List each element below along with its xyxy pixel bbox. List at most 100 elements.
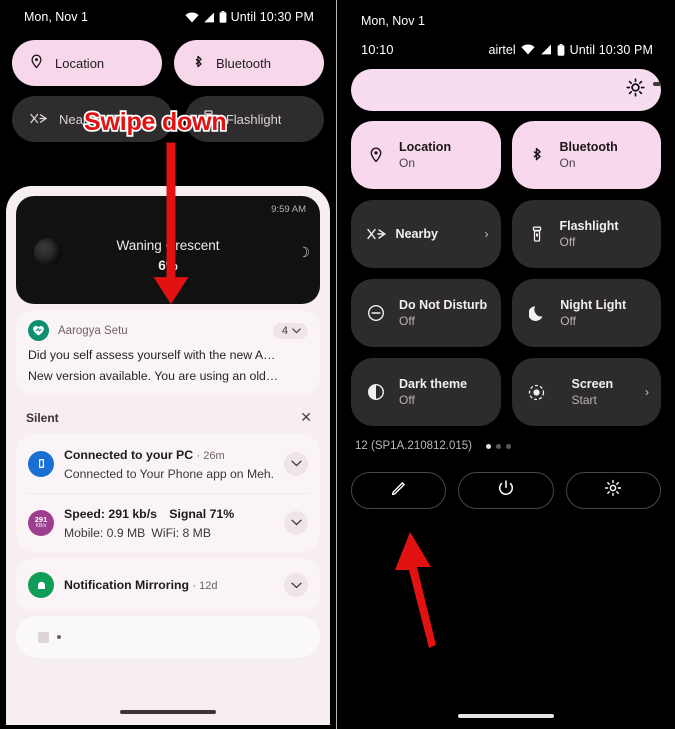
carrier-name: airtel [488, 42, 516, 57]
expand-chevron-icon[interactable] [284, 573, 308, 597]
moon-widget-time: 9:59 AM [271, 204, 306, 215]
footer-buttons [337, 452, 675, 509]
brightness-sun-icon [626, 78, 645, 102]
left-status-date: Mon, Nov 1 [24, 10, 88, 24]
quick-settings-grid: Location On Bluetooth On Nearby › Flashl… [337, 111, 675, 426]
tile-dark-theme-label: Dark theme [399, 377, 468, 391]
notification-count-chip[interactable]: 4 [272, 322, 308, 339]
expand-chevron-icon[interactable] [284, 451, 308, 476]
bluetooth-icon [526, 146, 548, 164]
notification-aarogya-setu[interactable]: Aarogya Setu 4 Did you self assess yours… [16, 310, 320, 395]
right-status-bar: 10:10 airtel Until 10:30 PM [337, 28, 675, 57]
placeholder-dot [57, 635, 61, 639]
notification-line-2: New version available. You are using an … [28, 369, 279, 383]
pencil-icon [390, 479, 408, 502]
right-clock: 10:10 [361, 42, 394, 57]
moon-icon [526, 304, 548, 322]
tile-bluetooth-state: On [559, 156, 576, 170]
bluetooth-icon [192, 54, 204, 73]
notification-subtitle: Mobile: 0.9 MB WiFi: 8 MB [64, 526, 211, 540]
crescent-glyph-icon: ☽ [297, 244, 310, 260]
right-battery-text: Until 10:30 PM [569, 42, 653, 57]
page-dot-1[interactable] [486, 443, 492, 449]
battery-icon [557, 43, 565, 56]
tile-night-light-state: Off [560, 314, 576, 328]
left-status-bar: Mon, Nov 1 Until 10:30 PM [0, 0, 336, 34]
moon-phase-title: Waning Crescent [116, 238, 220, 253]
right-home-indicator [458, 714, 554, 718]
placeholder-icon [38, 631, 49, 643]
mirroring-icon [28, 572, 54, 598]
tile-dnd-state: Off [399, 314, 415, 328]
location-pin-icon [30, 54, 43, 72]
notification-line-1: Did you self assess yourself with the ne… [28, 348, 276, 362]
notification-count: 4 [281, 324, 288, 337]
left-tile-bluetooth[interactable]: Bluetooth [174, 40, 324, 86]
tile-screen-record[interactable]: Screen Start › [511, 358, 661, 426]
aarogya-setu-icon [28, 320, 49, 341]
tile-nearby-label: Nearby [395, 227, 438, 241]
brightness-slider[interactable] [351, 69, 661, 111]
left-tile-flashlight-label: Flashlight [225, 111, 282, 127]
left-battery-text: Until 10:30 PM [230, 10, 314, 24]
phone-link-icon [28, 450, 54, 477]
left-tile-location[interactable]: Location [12, 40, 162, 86]
nearby-share-icon [365, 228, 387, 240]
contrast-icon [365, 383, 387, 401]
tile-nearby[interactable]: Nearby › [351, 200, 501, 268]
do-not-disturb-icon [365, 304, 387, 322]
chevron-right-icon: › [645, 385, 649, 399]
notification-row-partial[interactable] [16, 616, 320, 658]
footer-meta-row: 12 (SP1A.210812.015) [337, 437, 675, 452]
speed-meter-icon: 291 KB/s [28, 509, 54, 536]
settings-button[interactable] [565, 472, 661, 509]
expand-chevron-icon[interactable] [284, 510, 308, 535]
notification-shade: 9:59 AM Waning Crescent 6% ☽ Aarogya Set… [6, 186, 330, 725]
left-tile-location-label: Location [55, 55, 105, 71]
silent-label: Silent [26, 410, 59, 425]
silent-section-header: Silent ✕ [6, 395, 330, 434]
notification-title: Connected to your PC · 26m [64, 448, 225, 462]
tile-flashlight[interactable]: Flashlight Off [511, 200, 661, 268]
tile-dark-theme[interactable]: Dark theme Off [351, 358, 501, 426]
page-dots[interactable] [486, 443, 512, 449]
battery-icon [219, 11, 227, 23]
notification-subtitle: Connected to Your Phone app on Meh.. [64, 467, 274, 481]
tile-screen-record-state: Start [571, 393, 597, 407]
tile-flashlight-label: Flashlight [559, 219, 619, 233]
silent-notification-group: Connected to your PC · 26m Connected to … [16, 434, 320, 552]
right-status-date: Mon, Nov 1 [361, 14, 425, 28]
notification-row-speed[interactable]: 291 KB/s Speed: 291 kb/s Signal 71% Mobi… [16, 493, 320, 552]
chevron-right-icon: › [484, 227, 489, 241]
wifi-icon [185, 12, 199, 23]
page-dot-2[interactable] [496, 443, 502, 449]
right-phone-screen: Mon, Nov 1 10:10 airtel Until 10:30 PM L… [337, 0, 675, 729]
tile-location[interactable]: Location On [351, 121, 501, 189]
build-version-text: 12 (SP1A.210812.015) [355, 440, 473, 452]
location-pin-icon [365, 146, 387, 164]
brightness-track-end [653, 82, 661, 86]
wifi-icon [521, 44, 535, 55]
close-icon[interactable]: ✕ [300, 409, 312, 426]
signal-icon [540, 44, 552, 55]
gear-icon [604, 479, 622, 502]
screenshot-root: Mon, Nov 1 Until 10:30 PM Location Bluet… [0, 0, 675, 729]
moon-phase-percent: 6% [158, 258, 178, 273]
left-tile-bluetooth-label: Bluetooth [216, 55, 271, 71]
tile-dnd-label: Do Not Disturb [399, 298, 488, 312]
notification-row-connected-pc[interactable]: Connected to your PC · 26m Connected to … [16, 434, 320, 493]
notification-row-mirroring[interactable]: Notification Mirroring · 12d [16, 558, 320, 612]
moon-phase-widget[interactable]: 9:59 AM Waning Crescent 6% ☽ [16, 196, 320, 304]
power-button[interactable] [458, 472, 554, 509]
page-dot-3[interactable] [506, 443, 512, 449]
notification-app-name: Aarogya Setu [58, 324, 128, 337]
tile-do-not-disturb[interactable]: Do Not Disturb Off [351, 279, 502, 347]
tile-night-light[interactable]: Night Light Off [512, 279, 661, 347]
tile-night-light-label: Night Light [560, 298, 627, 312]
notification-group-mirroring: Notification Mirroring · 12d [16, 558, 320, 612]
tile-bluetooth[interactable]: Bluetooth On [511, 121, 661, 189]
screen-record-icon [526, 383, 548, 402]
tile-screen-record-label: Screen [571, 377, 614, 391]
tile-bluetooth-label: Bluetooth [559, 140, 618, 154]
edit-tiles-button[interactable] [351, 472, 447, 509]
